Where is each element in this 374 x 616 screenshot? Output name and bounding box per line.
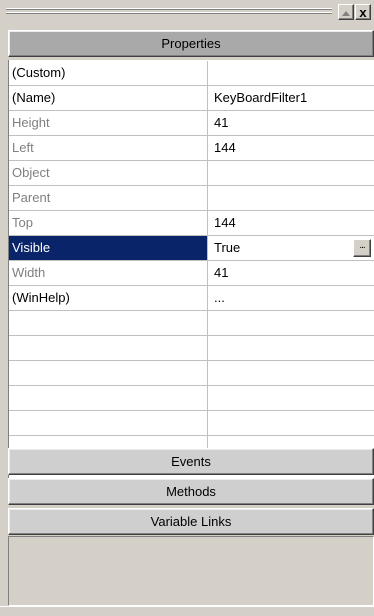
property-row[interactable]: (Custom) [9,61,374,86]
methods-header[interactable]: Methods [8,478,374,505]
properties-header-label: Properties [161,36,221,51]
property-value[interactable]: 41 [207,111,374,135]
property-value[interactable]: 41 [207,261,374,285]
property-grid: (Custom) (Name) KeyBoardFilter1 Height 41 Lef… [8,60,374,478]
description-area [8,536,374,606]
maximize-button[interactable] [338,4,354,20]
property-value[interactable]: ... [207,286,374,310]
property-row[interactable]: Width 41 [9,261,374,286]
properties-panel: Properties (Custom) (Name) KeyBoardFilter1… [8,30,374,606]
property-value[interactable] [207,161,374,185]
property-row[interactable]: Left 144 [9,136,374,161]
property-name[interactable]: (WinHelp) [9,286,207,310]
property-name[interactable]: Parent [9,186,207,210]
empty-property-row [9,386,374,411]
property-name[interactable]: (Name) [9,86,207,110]
property-value[interactable]: True [207,236,374,260]
empty-property-row [9,336,374,361]
property-value [207,361,374,385]
property-row[interactable]: Visible True... [9,236,374,261]
property-name [9,411,207,435]
property-value[interactable] [207,61,374,85]
property-name[interactable]: Visible [9,236,207,260]
close-button[interactable]: x [355,4,371,20]
property-name [9,336,207,360]
property-value[interactable]: KeyBoardFilter1 [207,86,374,110]
property-name [9,361,207,385]
property-row[interactable]: Height 41 [9,111,374,136]
property-name [9,311,207,335]
empty-property-row [9,361,374,386]
property-row[interactable]: Top 144 [9,211,374,236]
maximize-triangle-icon [342,11,350,16]
empty-property-row [9,411,374,436]
property-name[interactable]: Width [9,261,207,285]
ellipsis-button[interactable]: ... [353,239,371,257]
property-row[interactable]: (WinHelp)... [9,286,374,311]
property-row[interactable]: (Name) KeyBoardFilter1 [9,86,374,111]
property-value [207,411,374,435]
property-name[interactable]: Left [9,136,207,160]
properties-header[interactable]: Properties [8,30,374,57]
property-value[interactable]: 144 [207,211,374,235]
property-row[interactable]: Parent [9,186,374,211]
empty-property-row [9,311,374,336]
property-row[interactable]: Object [9,161,374,186]
property-name[interactable]: (Custom) [9,61,207,85]
drag-grip[interactable] [6,8,332,18]
variable-links-header-label: Variable Links [150,514,232,529]
property-name [9,386,207,410]
events-header[interactable]: Events [8,448,374,475]
property-name[interactable]: Object [9,161,207,185]
methods-header-label: Methods [166,484,216,499]
events-header-label: Events [171,454,211,469]
property-value [207,311,374,335]
property-value[interactable] [207,186,374,210]
close-icon: x [359,4,367,20]
bottom-edge [0,606,374,616]
panel-titlebar[interactable]: x [0,0,374,30]
property-value [207,386,374,410]
property-value [207,336,374,360]
variable-links-header[interactable]: Variable Links [8,508,374,535]
property-value[interactable]: 144 [207,136,374,160]
property-name[interactable]: Height [9,111,207,135]
property-name[interactable]: Top [9,211,207,235]
